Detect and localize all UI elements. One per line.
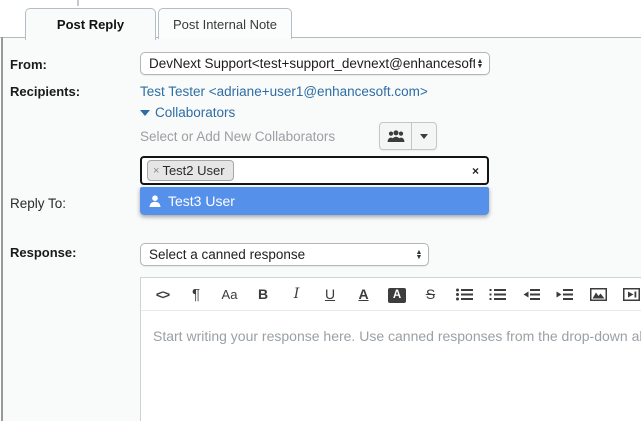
unordered-list-button[interactable] [454,288,475,301]
editor-placeholder[interactable]: Start writing your response here. Use ca… [141,311,641,344]
collaborators-hint: Select or Add New Collaborators [140,129,336,144]
collaborator-suggestions-dropdown: Test3 User [140,187,489,215]
response-label: Response: [10,245,77,260]
collaborators-toggle[interactable]: Collaborators [140,105,235,120]
font-family-button[interactable]: Aa [219,287,240,302]
text-color-button[interactable]: A [353,286,374,302]
triangle-down-icon [140,109,150,116]
ordered-list-button[interactable] [487,288,508,301]
manage-collaborators-button[interactable] [380,123,413,149]
insert-video-button[interactable] [621,287,641,301]
from-select-value: DevNext Support<test+support_devnext@enh… [149,56,475,71]
user-icon [149,195,161,207]
collaborators-button-group [379,122,437,150]
select-arrows-icon: ▲ ▼ [415,248,423,261]
panel-left-border [1,37,3,421]
outdent-button[interactable] [521,288,542,301]
selected-collaborator-tag: × Test2 User [147,160,234,181]
users-group-icon [387,129,405,142]
strikethrough-button[interactable]: S [420,286,441,302]
clear-input-icon[interactable]: × [472,164,479,178]
underline-button[interactable]: U [320,286,341,302]
indent-icon [556,288,573,300]
scroll-remnant-line [77,0,79,6]
canned-response-select-value: Select a canned response [149,247,306,262]
response-editor: <> ¶ Aa B I U A A S Start writing your r… [140,277,641,421]
bold-button[interactable]: B [253,286,274,302]
select-arrows-icon: ▲ ▼ [476,57,484,70]
suggestion-item[interactable]: Test3 User [140,187,489,215]
editor-toolbar: <> ¶ Aa B I U A A S [141,278,641,311]
italic-button[interactable]: I [286,286,307,302]
paragraph-format-button[interactable]: ¶ [186,286,207,303]
tab-post-reply[interactable]: Post Reply [25,8,156,40]
insert-image-button[interactable] [588,287,609,301]
remove-tag-icon[interactable]: × [153,165,159,177]
recipient-link[interactable]: Test Tester <adriane+user1@enhancesoft.c… [140,84,428,99]
from-label: From: [10,57,47,72]
indent-button[interactable] [554,288,575,301]
html-source-button[interactable]: <> [152,287,173,302]
selected-collaborator-label: Test2 User [162,163,225,178]
tab-post-internal-note[interactable]: Post Internal Note [158,8,292,39]
collaborator-search-input[interactable]: × Test2 User × [140,156,489,185]
collaborators-dropdown-button[interactable] [412,123,436,149]
video-icon [623,287,640,301]
tab-post-reply-label: Post Reply [56,17,125,32]
suggestion-item-label: Test3 User [168,193,235,209]
highlight-color-glyph: A [388,287,406,303]
recipients-label: Recipients: [10,84,81,99]
from-select[interactable]: DevNext Support<test+support_devnext@enh… [140,52,490,75]
outdent-icon [523,288,540,300]
canned-response-select[interactable]: Select a canned response ▲ ▼ [140,243,429,266]
chevron-down-icon [420,133,429,139]
post-reply-form: Post Reply Post Internal Note From: DevN… [0,0,641,421]
tab-post-internal-note-label: Post Internal Note [172,16,278,32]
image-icon [589,287,607,301]
highlight-color-button[interactable]: A [387,285,408,303]
reply-to-label: Reply To: [10,196,67,211]
ordered-list-icon [489,288,506,300]
collaborators-toggle-label: Collaborators [155,105,236,120]
unordered-list-icon [455,288,473,300]
